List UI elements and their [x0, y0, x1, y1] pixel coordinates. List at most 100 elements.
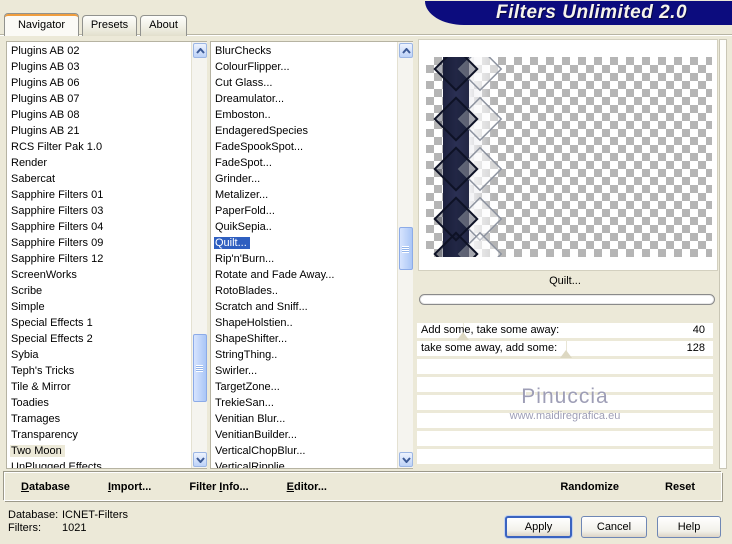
list-item[interactable]: VenitianBuilder...	[211, 427, 397, 443]
list-item[interactable]: Metalizer...	[211, 187, 397, 203]
scroll-up-icon[interactable]	[193, 43, 207, 58]
scroll-down-icon[interactable]	[193, 452, 207, 467]
list-item[interactable]: ShapeHolstien..	[211, 315, 397, 331]
list-item[interactable]: Grinder...	[211, 171, 397, 187]
list-item[interactable]: Scratch and Sniff...	[211, 299, 397, 315]
list-item[interactable]: Plugins AB 06	[7, 75, 191, 91]
scroll-down-icon[interactable]	[399, 452, 413, 467]
list-item[interactable]: Teph's Tricks	[7, 363, 191, 379]
list-item[interactable]: Cut Glass...	[211, 75, 397, 91]
apply-button[interactable]: Apply	[505, 516, 572, 538]
slider-row-empty	[417, 431, 713, 446]
list-item[interactable]: ColourFlipper...	[211, 59, 397, 75]
slider-row[interactable]: Add some, take some away: 40	[417, 323, 713, 340]
list-item[interactable]: Plugins AB 03	[7, 59, 191, 75]
list-item[interactable]: RotoBlades..	[211, 283, 397, 299]
list-item[interactable]: Toadies	[7, 395, 191, 411]
list-item[interactable]: VerticalRipplie...	[211, 459, 397, 468]
help-button[interactable]: Help	[657, 516, 721, 538]
slider-thumb-icon[interactable]	[457, 332, 470, 340]
list-item[interactable]: Tile & Mirror	[7, 379, 191, 395]
filter-scrollbar[interactable]	[397, 42, 413, 468]
list-item[interactable]: Special Effects 1	[7, 315, 191, 331]
slider-stack: Add some, take some away: 40 take some awa…	[417, 323, 713, 467]
list-item[interactable]: Rotate and Fade Away...	[211, 267, 397, 283]
list-item[interactable]: FadeSpookSpot...	[211, 139, 397, 155]
list-item[interactable]: BlurChecks	[211, 43, 397, 59]
slider-row-empty	[417, 449, 713, 464]
scroll-up-icon[interactable]	[399, 43, 413, 58]
list-item[interactable]: TrekieSan...	[211, 395, 397, 411]
tab-about[interactable]: About	[140, 15, 187, 36]
toolbar: Database Import... Filter Info... Editor...…	[4, 472, 722, 501]
list-item[interactable]: FadeSpot...	[211, 155, 397, 171]
list-item[interactable]: PaperFold...	[211, 203, 397, 219]
slider-row-empty	[417, 377, 713, 392]
slider-label: take some away, add some:	[421, 342, 558, 354]
list-item[interactable]: Rip'n'Burn...	[211, 251, 397, 267]
list-item[interactable]: UnPlugged Effects	[7, 459, 191, 468]
category-scrollbar[interactable]	[191, 42, 207, 468]
list-item[interactable]: ScreenWorks	[7, 267, 191, 283]
list-item[interactable]: Emboston..	[211, 107, 397, 123]
toolbar-button-import[interactable]: Import...	[108, 481, 151, 493]
slider-label: Add some, take some away:	[421, 324, 560, 336]
filter-list: BlurChecks ColourFlipper... Cut Glass... Dr…	[211, 43, 397, 468]
toolbar-left-group: Database Import... Filter Info... Editor...	[5, 481, 327, 493]
list-item[interactable]: Two Moon	[7, 443, 191, 459]
slider-thumb-icon[interactable]	[559, 350, 572, 358]
list-item[interactable]: QuikSepia..	[211, 219, 397, 235]
list-item[interactable]: StringThing..	[211, 347, 397, 363]
list-item[interactable]: Dreamulator...	[211, 91, 397, 107]
list-item[interactable]: Sybia	[7, 347, 191, 363]
cancel-button[interactable]: Cancel	[581, 516, 647, 538]
list-item[interactable]: TargetZone...	[211, 379, 397, 395]
toolbar-button-reset[interactable]: Reset	[665, 481, 695, 493]
list-item[interactable]: Plugins AB 21	[7, 123, 191, 139]
toolbar-right-group: Randomize Reset	[560, 481, 721, 493]
tab-bar: Navigator Presets About Filters Unlimite…	[0, 0, 732, 36]
app-title: Filters Unlimited 2.0	[495, 2, 688, 23]
category-listbox: Plugins AB 02 Plugins AB 03 Plugins AB 06 P…	[6, 41, 207, 469]
list-item[interactable]: Render	[7, 155, 191, 171]
tab-navigator[interactable]: Navigator	[4, 13, 79, 36]
toolbar-button-filter-info[interactable]: Filter Info...	[189, 481, 248, 493]
list-item[interactable]: Sapphire Filters 03	[7, 203, 191, 219]
list-item[interactable]: Plugins AB 07	[7, 91, 191, 107]
list-item[interactable]: Venitian Blur...	[211, 411, 397, 427]
list-item[interactable]: Sapphire Filters 01	[7, 187, 191, 203]
tab-presets[interactable]: Presets	[82, 15, 137, 36]
slider-row[interactable]: take some away, add some: 128	[417, 341, 713, 358]
list-item[interactable]: Transparency	[7, 427, 191, 443]
main-panel: Plugins AB 02 Plugins AB 03 Plugins AB 06 P…	[0, 34, 732, 471]
list-item[interactable]: Special Effects 2	[7, 331, 191, 347]
toolbar-button-editor[interactable]: Editor...	[287, 481, 327, 493]
scrollbar-thumb[interactable]	[399, 227, 413, 270]
list-item[interactable]: RCS Filter Pak 1.0	[7, 139, 191, 155]
list-item[interactable]: Sapphire Filters 09	[7, 235, 191, 251]
list-item[interactable]: Plugins AB 02	[7, 43, 191, 59]
slider-row-empty	[417, 413, 713, 428]
slider-value: 40	[692, 324, 705, 336]
preview-panel: Quilt... Add some, take some away: 40 take…	[417, 35, 718, 472]
toolbar-button-database[interactable]: Database	[21, 481, 70, 493]
list-item[interactable]: Sapphire Filters 12	[7, 251, 191, 267]
title-banner: Filters Unlimited 2.0	[425, 1, 732, 25]
list-item[interactable]: Tramages	[7, 411, 191, 427]
scrollbar-thumb[interactable]	[193, 334, 207, 402]
list-item[interactable]: Swirler...	[211, 363, 397, 379]
quilt-pattern-strip	[433, 57, 503, 257]
list-item[interactable]: Sapphire Filters 04	[7, 219, 191, 235]
list-item[interactable]: Simple	[7, 299, 191, 315]
toolbar-button-randomize[interactable]: Randomize	[560, 481, 619, 493]
list-item[interactable]: Sabercat	[7, 171, 191, 187]
list-item[interactable]: VerticalChopBlur...	[211, 443, 397, 459]
list-item[interactable]: Plugins AB 08	[7, 107, 191, 123]
category-list: Plugins AB 02 Plugins AB 03 Plugins AB 06 P…	[7, 43, 191, 468]
slider-value: 128	[686, 342, 705, 354]
list-item[interactable]: Scribe	[7, 283, 191, 299]
list-item[interactable]: Quilt...	[211, 235, 397, 251]
progress-bar	[419, 294, 715, 305]
list-item[interactable]: EndageredSpecies	[211, 123, 397, 139]
list-item[interactable]: ShapeShifter...	[211, 331, 397, 347]
